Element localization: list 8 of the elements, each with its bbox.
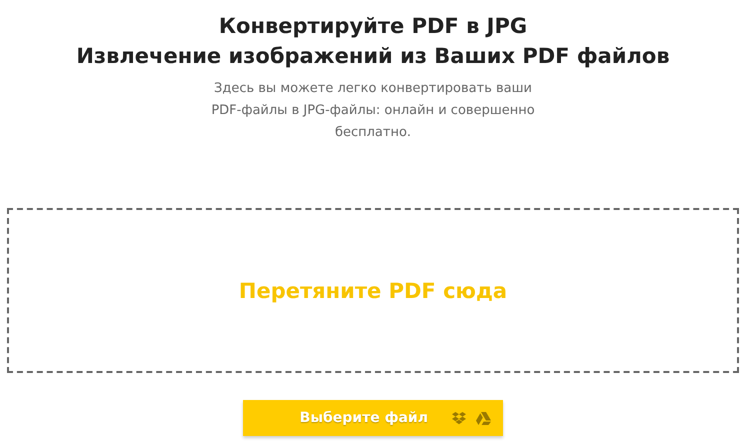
drop-zone-label: Перетяните PDF сюда (238, 278, 508, 302)
drive-icon[interactable] (476, 412, 491, 424)
page-subtitle: Извлечение изображений из Ваших PDF файлов (76, 43, 670, 70)
drop-zone[interactable]: Перетяните PDF сюда (7, 208, 739, 373)
dropbox-icon[interactable] (452, 412, 466, 424)
description: Здесь вы можете легко конвертировать ваши PDF-файлы в JPG-файлы: онлайн и совершенно бесплатно. (210, 80, 536, 142)
page-title: Конвертируйте PDF в JPG (218, 13, 528, 40)
choose-file-button[interactable]: Выберите файл (243, 400, 503, 436)
